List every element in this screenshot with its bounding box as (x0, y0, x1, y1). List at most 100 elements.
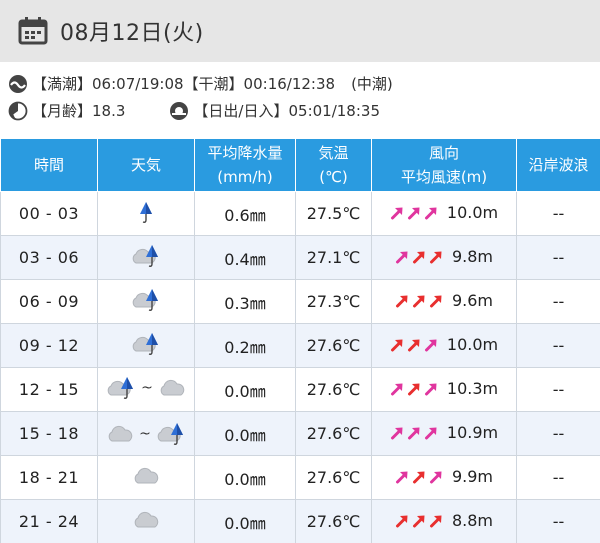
moon-phase-icon (8, 101, 28, 120)
wind-speed: 9.9m (451, 467, 494, 487)
temp-cell: 27.5℃ (295, 191, 372, 236)
wind-direction-arrow-icon (407, 383, 420, 396)
wind-col: 10.3m (371, 367, 517, 412)
tide-type: (中潮) (351, 75, 393, 93)
wind-direction-arrow-icon (407, 339, 420, 352)
header-temp: 気温 (℃) (295, 138, 372, 192)
wind-direction-arrow-icon (395, 251, 408, 264)
wind-direction-arrow-icon (412, 471, 425, 484)
moon-age-label: 【月齢】 (32, 102, 93, 120)
cloud-umbrella-icon (157, 422, 183, 445)
moon-age-value: 18.3 (92, 101, 126, 120)
weather-col (97, 323, 195, 368)
temp-cell: 27.3℃ (295, 279, 372, 324)
cloud-umbrella-icon (132, 244, 158, 267)
wave-cell: -- (516, 411, 600, 456)
wind-direction-arrow-icon (429, 471, 442, 484)
wind-direction-arrow-icon (395, 471, 408, 484)
calendar-icon (18, 17, 48, 45)
weather-cell (138, 200, 154, 224)
wave-cell: -- (516, 367, 600, 412)
weather-cell (130, 331, 162, 357)
sun-value: 05:01/18:35 (288, 101, 380, 120)
temp-cell: 27.6℃ (295, 455, 372, 500)
header-wind: 風向 平均風速(m) (371, 138, 517, 192)
wind-direction-arrow-icon (424, 207, 437, 220)
wind-speed: 10.0m (446, 203, 499, 223)
cloud-icon (134, 511, 159, 527)
table-row: 09 - 12 0.2㎜ 27.6℃ 10.0m -- (0, 323, 600, 368)
rain-cell: 0.2㎜ (194, 323, 296, 368)
cloud-icon (108, 425, 133, 441)
weather-col (97, 455, 195, 500)
wind-direction-arrow-icon (412, 295, 425, 308)
time-cell: 09 - 12 (0, 323, 98, 368)
cloud-icon (160, 379, 185, 395)
weather-col: ~ (97, 367, 195, 412)
wind-col: 9.9m (371, 455, 517, 500)
low-tide-value: 00:16/12:38 (243, 74, 336, 93)
time-cell: 06 - 09 (0, 279, 98, 324)
wind-cell: 9.9m (395, 467, 493, 486)
wave-cell: -- (516, 455, 600, 500)
weather-col (97, 235, 195, 280)
time-cell: 15 - 18 (0, 411, 98, 456)
table-row: 03 - 06 0.4㎜ 27.1℃ 9.8m -- (0, 235, 600, 280)
tide-wave-icon (9, 74, 27, 93)
wind-speed: 10.0m (446, 335, 499, 355)
wind-direction-arrow-icon (424, 427, 437, 440)
temp-cell: 27.1℃ (295, 235, 372, 280)
wind-direction-arrow-icon (395, 515, 408, 528)
wind-cell: 10.3m (390, 379, 498, 398)
header-wave: 沿岸波浪 (516, 138, 600, 192)
wind-cell: 10.0m (390, 335, 498, 354)
wind-direction-arrow-icon (390, 339, 403, 352)
forecast-table: 時間 天気 平均降水量 (mm/h) 気温 (℃) 風向 平均風速(m) 沿岸波浪 0… (0, 138, 600, 543)
weather-cell (130, 243, 162, 269)
wind-speed: 9.8m (451, 247, 494, 267)
rain-cell: 0.0㎜ (194, 411, 296, 456)
time-cell: 00 - 03 (0, 191, 98, 236)
wind-direction-arrow-icon (429, 295, 442, 308)
wind-speed: 10.9m (446, 423, 499, 443)
weather-tilde: ~ (141, 379, 153, 396)
weather-tilde: ~ (139, 425, 151, 442)
weather-cell (131, 467, 161, 485)
temp-cell: 27.6℃ (295, 367, 372, 412)
wave-cell: -- (516, 279, 600, 324)
wind-direction-arrow-icon (424, 339, 437, 352)
wind-direction-arrow-icon (390, 427, 403, 440)
time-cell: 18 - 21 (0, 455, 98, 500)
wind-col: 10.0m (371, 191, 517, 236)
weather-col: ~ (97, 411, 195, 456)
wind-direction-arrow-icon (412, 515, 425, 528)
wind-cell: 9.8m (395, 247, 493, 266)
table-row: 15 - 18 ~0.0㎜ 27.6℃ 10.9m -- (0, 411, 600, 456)
wind-col: 8.8m (371, 499, 517, 543)
header-time: 時間 (0, 138, 98, 192)
wind-col: 10.9m (371, 411, 517, 456)
cloud-umbrella-icon (107, 376, 134, 399)
page-title: 08月12日(火) (60, 21, 204, 46)
table-header-row: 時間 天気 平均降水量 (mm/h) 気温 (℃) 風向 平均風速(m) 沿岸波浪 (0, 138, 600, 192)
table-row: 18 - 21 0.0㎜ 27.6℃ 9.9m -- (0, 455, 600, 500)
table-row: 21 - 24 0.0㎜ 27.6℃ 8.8m -- (0, 499, 600, 543)
wave-cell: -- (516, 323, 600, 368)
time-cell: 21 - 24 (0, 499, 98, 543)
wave-cell: -- (516, 235, 600, 280)
rain-cell: 0.0㎜ (194, 367, 296, 412)
table-row: 00 - 03 0.6㎜ 27.5℃ 10.0m -- (0, 191, 600, 236)
weather-cell (131, 511, 161, 529)
rain-cell: 0.0㎜ (194, 455, 296, 500)
temp-cell: 27.6℃ (295, 323, 372, 368)
wind-col: 9.8m (371, 235, 517, 280)
table-row: 12 - 15 ~0.0㎜ 27.6℃ 10.3m -- (0, 367, 600, 412)
rain-cell: 0.6㎜ (194, 191, 296, 236)
weather-col (97, 279, 195, 324)
cloud-umbrella-icon (132, 288, 158, 311)
cloud-umbrella-icon (132, 332, 158, 355)
wave-cell: -- (516, 499, 600, 543)
header-rain: 平均降水量 (mm/h) (194, 138, 296, 192)
wind-cell: 10.9m (390, 423, 498, 442)
temp-cell: 27.6℃ (295, 411, 372, 456)
